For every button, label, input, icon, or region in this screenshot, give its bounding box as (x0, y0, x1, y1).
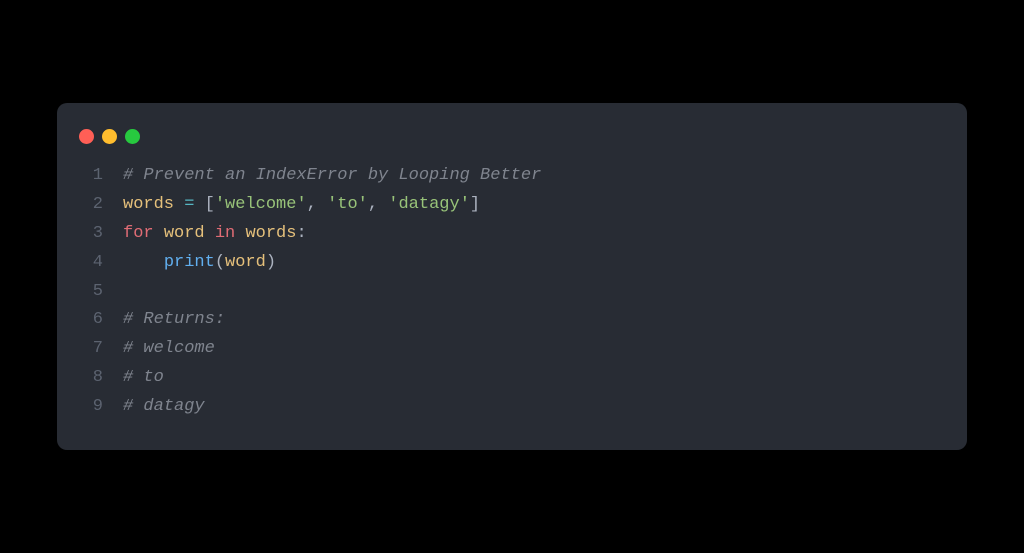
token-punct: , (307, 195, 327, 214)
line-number: 2 (79, 191, 103, 220)
code-line: 6 # Returns: (79, 306, 945, 335)
code-line: 9 # datagy (79, 393, 945, 422)
token-bracket: ) (266, 253, 276, 272)
token-keyword-red: in (215, 224, 235, 243)
token-bracket: ] (470, 195, 480, 214)
token-ident: words (123, 195, 174, 214)
token-plain (205, 224, 215, 243)
code-line: 8 # to (79, 364, 945, 393)
code-content: # to (123, 364, 164, 393)
line-number: 5 (79, 278, 103, 307)
token-ident: word (225, 253, 266, 272)
line-number: 1 (79, 162, 103, 191)
code-content: # Prevent an IndexError by Looping Bette… (123, 162, 541, 191)
token-comment: # welcome (123, 339, 215, 358)
token-bracket: ( (215, 253, 225, 272)
code-line: 3 for word in words: (79, 220, 945, 249)
token-plain (194, 195, 204, 214)
token-punct: : (296, 224, 306, 243)
token-punct: , (368, 195, 388, 214)
line-number: 6 (79, 306, 103, 335)
code-line: 4 print(word) (79, 249, 945, 278)
line-number: 4 (79, 249, 103, 278)
token-comment: # to (123, 368, 164, 387)
token-comment: # Prevent an IndexError by Looping Bette… (123, 166, 541, 185)
token-comment: # datagy (123, 397, 205, 416)
token-string: 'to' (327, 195, 368, 214)
token-ident: word (164, 224, 205, 243)
code-line: 2 words = ['welcome', 'to', 'datagy'] (79, 191, 945, 220)
line-number: 7 (79, 335, 103, 364)
close-icon[interactable] (79, 129, 94, 144)
token-function: print (164, 253, 215, 272)
token-operator: = (184, 195, 194, 214)
line-number: 8 (79, 364, 103, 393)
code-content: for word in words: (123, 220, 307, 249)
line-number: 9 (79, 393, 103, 422)
minimize-icon[interactable] (102, 129, 117, 144)
code-line: 7 # welcome (79, 335, 945, 364)
code-line: 5 (79, 278, 945, 307)
token-plain (174, 195, 184, 214)
code-content: print(word) (123, 249, 276, 278)
token-comment: # Returns: (123, 310, 225, 329)
maximize-icon[interactable] (125, 129, 140, 144)
token-plain (235, 224, 245, 243)
code-line: 1 # Prevent an IndexError by Looping Bett… (79, 162, 945, 191)
code-editor-window: 1 # Prevent an IndexError by Looping Bett… (57, 103, 967, 450)
token-ident: words (245, 224, 296, 243)
token-plain (123, 253, 164, 272)
window-controls (57, 123, 967, 162)
line-number: 3 (79, 220, 103, 249)
token-plain (154, 224, 164, 243)
code-content: # datagy (123, 393, 205, 422)
token-keyword-red: for (123, 224, 154, 243)
code-area[interactable]: 1 # Prevent an IndexError by Looping Bett… (57, 162, 967, 422)
token-string: 'datagy' (388, 195, 470, 214)
token-bracket: [ (205, 195, 215, 214)
code-content: # welcome (123, 335, 215, 364)
token-string: 'welcome' (215, 195, 307, 214)
code-content: words = ['welcome', 'to', 'datagy'] (123, 191, 480, 220)
code-content: # Returns: (123, 306, 225, 335)
